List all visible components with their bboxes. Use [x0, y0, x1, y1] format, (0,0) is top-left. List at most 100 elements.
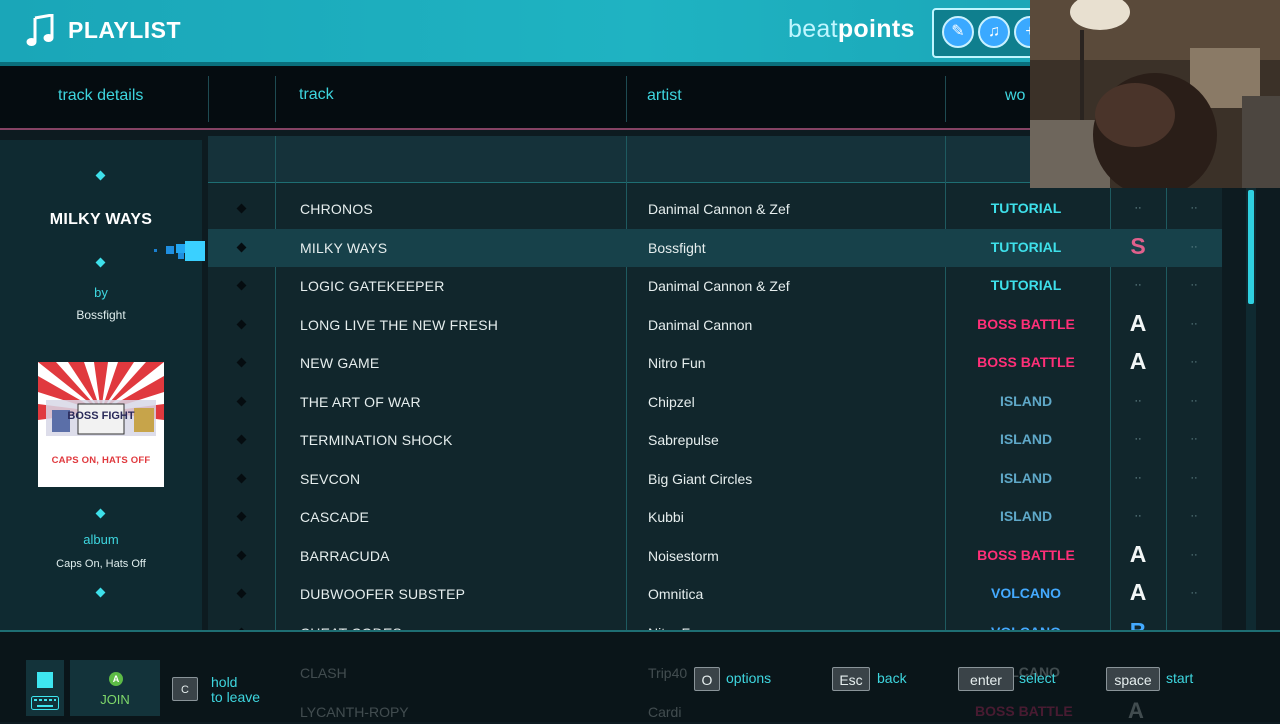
track-grade: S — [1130, 232, 1146, 259]
track-grade: ·· — [1134, 394, 1142, 407]
track-world: VOLCANO — [991, 585, 1061, 601]
track-artist: Danimal Cannon & Zef — [648, 278, 790, 294]
details-album-label: album — [83, 532, 119, 547]
table-row[interactable]: THE ART OF WAR Chipzel ISLAND ·· ·· — [208, 383, 1222, 421]
table-row[interactable]: BARRACUDA Noisestorm BOSS BATTLE A ·· — [208, 537, 1222, 575]
pencil-icon[interactable]: ✎ — [942, 16, 974, 48]
track-artist: Bossfight — [648, 239, 706, 256]
details-album: Caps On, Hats Off — [56, 558, 146, 570]
ghost-row-world: BOSS BATTLE — [975, 703, 1073, 719]
track-world: ISLAND — [999, 508, 1053, 524]
keyboard-icon — [31, 696, 59, 710]
ghost-row-track: LYCANTH-ROPY — [300, 704, 409, 720]
row-diamond-icon — [236, 242, 247, 252]
page-title: PLAYLIST — [68, 17, 182, 43]
table-row[interactable]: NEW GAME Nitro Fun BOSS BATTLE A ·· — [208, 344, 1222, 382]
track-world: TUTORIAL — [990, 238, 1062, 255]
column-artist[interactable]: artist — [647, 87, 682, 105]
track-name: SEVCON — [300, 470, 361, 487]
leave-key[interactable]: C — [172, 677, 198, 701]
album-art: BOSS FIGHT CAPS ON, HATS OFF — [38, 362, 164, 487]
column-divider — [945, 76, 946, 122]
row-diamond-icon — [236, 319, 247, 329]
track-grade: ·· — [1134, 471, 1142, 484]
row-diamond-icon — [236, 357, 247, 368]
track-name: BARRACUDA — [300, 547, 390, 564]
track-grade-extra: ·· — [1190, 394, 1198, 407]
scrollbar-thumb[interactable] — [1248, 190, 1254, 304]
row-diamond-icon — [236, 280, 247, 291]
row-diamond-icon — [236, 473, 247, 483]
track-grade-extra: ·· — [1190, 587, 1198, 599]
start-hint[interactable]: start — [1166, 670, 1193, 686]
ghost-row-artist: Cardi — [648, 704, 682, 720]
row-diamond-icon — [236, 396, 247, 406]
track-name: CHRONOS — [300, 201, 373, 217]
column-divider — [626, 76, 627, 122]
track-grade: ·· — [1134, 202, 1142, 214]
track-grade-extra: ·· — [1190, 317, 1198, 330]
track-grade-extra: ·· — [1190, 548, 1198, 561]
column-track-details[interactable]: track details — [58, 87, 143, 105]
join-player-slot[interactable] — [70, 660, 160, 716]
track-grade: B — [1112, 618, 1164, 631]
back-hint[interactable]: back — [877, 670, 907, 686]
track-grade: A — [1129, 309, 1147, 336]
column-track[interactable]: track — [299, 86, 334, 104]
webcam-feed — [1030, 0, 1280, 188]
back-key[interactable]: Esc — [832, 667, 870, 691]
start-key[interactable]: space — [1106, 667, 1160, 691]
join-label: JOIN — [100, 692, 130, 707]
music-note-mode-icon[interactable]: ♫ — [978, 16, 1010, 48]
options-key[interactable]: O — [694, 667, 720, 691]
column-divider — [208, 76, 209, 122]
track-grade-extra: ·· — [1190, 240, 1198, 253]
details-track-title: MILKY WAYS — [49, 211, 153, 228]
column-world[interactable]: wo — [1005, 87, 1025, 105]
table-row[interactable]: LONG LIVE THE NEW FRESH Danimal Cannon BOS… — [208, 306, 1222, 344]
table-row[interactable]: TERMINATION SHOCK Sabrepulse ISLAND ·· ·· — [208, 421, 1222, 459]
table-row[interactable]: LOGIC GATEKEEPER Danimal Cannon & Zef TUTO… — [208, 267, 1222, 305]
table-row[interactable]: CHEAT CODESNitro FunVOLCANOB·· — [208, 614, 1222, 631]
table-row[interactable]: SEVCON Big Giant Circles ISLAND ·· ·· — [208, 460, 1222, 498]
row-diamond-icon — [236, 588, 247, 599]
ghost-row-grade: A — [1128, 698, 1144, 723]
select-hint[interactable]: select — [1019, 670, 1056, 686]
table-row[interactable]: CASCADE Kubbi ISLAND ·· ·· — [208, 498, 1222, 536]
track-name: THE ART OF WAR — [300, 393, 421, 410]
track-grade-extra: ·· — [1190, 279, 1198, 291]
leave-hint-line2: to leave — [211, 689, 261, 705]
select-key[interactable]: enter — [958, 667, 1014, 691]
track-name: TERMINATION SHOCK — [300, 432, 453, 448]
row-diamond-icon — [236, 550, 247, 560]
player-color-square — [37, 672, 53, 688]
table-row[interactable]: MILKY WAYS Bossfight TUTORIAL S ·· — [208, 228, 1222, 267]
track-artist: Nitro Fun — [648, 355, 706, 371]
table-row[interactable]: DUBWOOFER SUBSTEP Omnitica VOLCANO A ·· — [208, 575, 1222, 613]
track-grade: A — [1129, 579, 1147, 605]
table-row[interactable]: CHRONOS Danimal Cannon & Zef TUTORIAL ·· ·· — [208, 190, 1222, 228]
track-grade: ·· — [1134, 510, 1142, 522]
brand-part1: beat — [788, 15, 838, 43]
album-art-subtitle: CAPS ON, HATS OFF — [51, 455, 151, 466]
music-note-icon — [26, 14, 54, 46]
track-world: ISLAND — [999, 469, 1053, 486]
options-hint[interactable]: options — [726, 670, 771, 686]
column-divider — [275, 76, 276, 122]
webcam-overlay — [1030, 0, 1280, 188]
track-world: TUTORIAL — [990, 200, 1062, 216]
row-diamond-icon — [236, 203, 247, 214]
track-artist: Kubbi — [648, 509, 684, 525]
leave-hint-line1: hold — [211, 674, 238, 690]
track-name: NEW GAME — [300, 355, 380, 371]
track-world: BOSS BATTLE — [977, 315, 1075, 332]
album-art-graphic — [38, 362, 164, 487]
track-world: TUTORIAL — [990, 277, 1062, 293]
track-grade-extra: ·· — [1190, 433, 1198, 445]
track-name: DUBWOOFER SUBSTEP — [300, 586, 466, 602]
album-art-title: BOSS FIGHT — [67, 410, 135, 422]
bottom-bar — [0, 630, 1280, 722]
track-grade: A — [1129, 348, 1147, 374]
a-button-icon: A — [109, 672, 123, 686]
track-grade-extra: ·· — [1190, 510, 1198, 522]
